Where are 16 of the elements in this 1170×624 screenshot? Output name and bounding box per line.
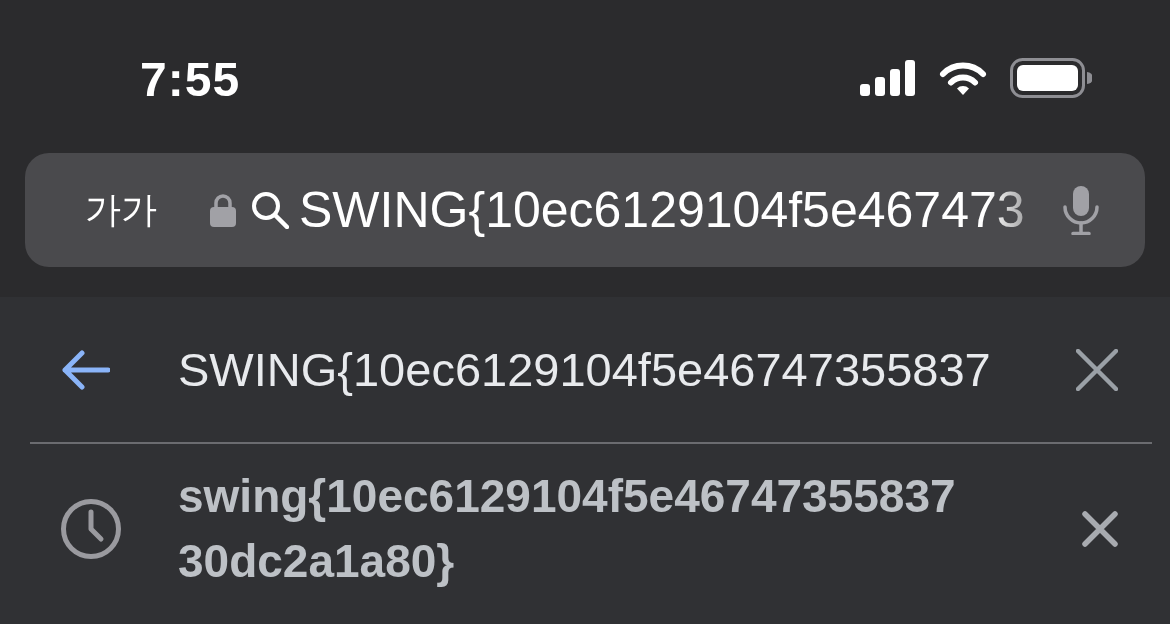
wifi-icon (938, 60, 988, 96)
clock-icon (60, 498, 122, 560)
battery-icon (1010, 58, 1092, 98)
back-arrow-icon[interactable] (60, 349, 110, 390)
text-size-button[interactable]: 가가 (85, 185, 157, 235)
close-icon[interactable] (1082, 511, 1118, 547)
suggestion-text[interactable]: SWING{10ec6129104f5e46747355837 (178, 342, 991, 397)
suggestion-text[interactable]: swing{10ec6129104f5e4674735583730dc2a1a80} (178, 464, 968, 594)
status-time: 7:55 (140, 51, 241, 107)
close-icon[interactable] (1076, 348, 1118, 391)
search-icon (251, 191, 289, 229)
microphone-icon[interactable] (1062, 185, 1100, 235)
url-text: SWING{10ec6129104f5e467473 (299, 181, 1025, 239)
lock-icon (209, 193, 237, 227)
cellular-signal-icon (860, 60, 916, 96)
address-field[interactable]: 가가 SWING{10ec6129104f5e467473 (25, 153, 1145, 267)
